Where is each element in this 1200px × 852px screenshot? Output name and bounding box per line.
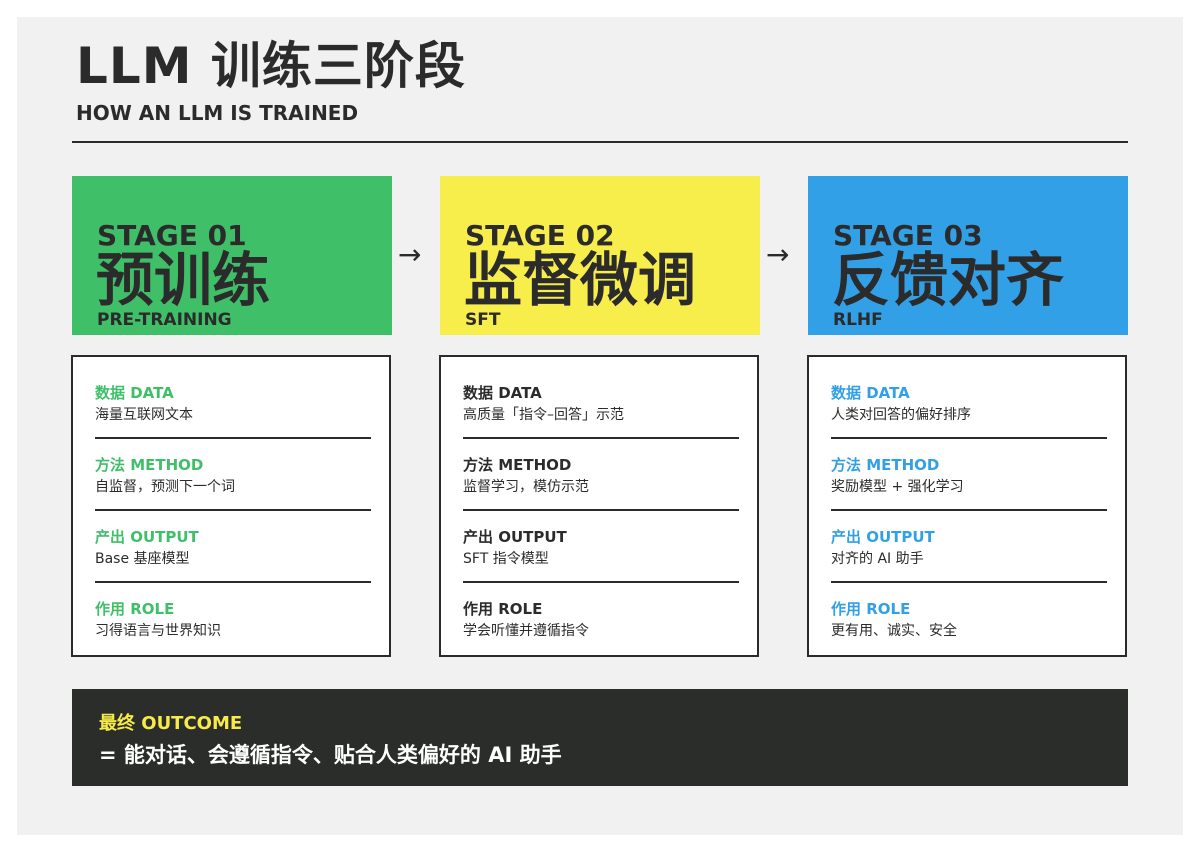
stage-1-header: STAGE 01 预训练 PRE-TRAINING xyxy=(72,176,392,335)
stage-1-detail-card: 数据 DATA 海量互联网文本 方法 METHOD 自监督，预测下一个词 产出 … xyxy=(71,355,391,657)
row-label: 作用 ROLE xyxy=(95,600,175,618)
page-subtitle: HOW AN LLM IS TRAINED xyxy=(76,101,359,125)
outcome-text: = 能对话、会遵循指令、贴合人类偏好的 AI 助手 xyxy=(99,743,562,767)
row-divider xyxy=(831,437,1107,439)
card-row-data: 数据 DATA 高质量「指令–回答」示范 xyxy=(463,383,739,424)
row-value: 高质量「指令–回答」示范 xyxy=(463,407,624,423)
row-label: 方法 METHOD xyxy=(95,456,204,474)
card-row-method: 方法 METHOD 监督学习，模仿示范 xyxy=(463,455,739,496)
row-value: 学会听懂并遵循指令 xyxy=(463,623,589,639)
row-divider xyxy=(831,581,1107,583)
row-value: 习得语言与世界知识 xyxy=(95,623,221,639)
row-value: 人类对回答的偏好排序 xyxy=(831,407,971,423)
title-divider xyxy=(72,141,1128,143)
row-divider xyxy=(95,581,371,583)
card-row-output: 产出 OUTPUT Base 基座模型 xyxy=(95,527,371,568)
row-label: 产出 OUTPUT xyxy=(831,528,935,546)
row-label: 产出 OUTPUT xyxy=(463,528,567,546)
outcome-label: 最终 OUTCOME xyxy=(99,713,243,734)
row-divider xyxy=(463,437,739,439)
row-value: 奖励模型 + 强化学习 xyxy=(831,479,964,495)
row-value: Base 基座模型 xyxy=(95,551,190,567)
row-divider xyxy=(831,509,1107,511)
row-value: SFT 指令模型 xyxy=(463,551,549,567)
card-row-method: 方法 METHOD 自监督，预测下一个词 xyxy=(95,455,371,496)
row-label: 产出 OUTPUT xyxy=(95,528,199,546)
row-label: 作用 ROLE xyxy=(831,600,911,618)
stage-3-header: STAGE 03 反馈对齐 RLHF xyxy=(808,176,1128,335)
row-value: 监督学习，模仿示范 xyxy=(463,479,589,495)
row-value: 自监督，预测下一个词 xyxy=(95,479,235,495)
row-divider xyxy=(95,509,371,511)
row-value: 对齐的 AI 助手 xyxy=(831,551,924,567)
card-row-output: 产出 OUTPUT SFT 指令模型 xyxy=(463,527,739,568)
arrow-icon: → xyxy=(766,238,790,271)
row-label: 作用 ROLE xyxy=(463,600,543,618)
outcome-banner: 最终 OUTCOME = 能对话、会遵循指令、贴合人类偏好的 AI 助手 xyxy=(72,689,1128,786)
arrow-icon: → xyxy=(398,238,422,271)
row-label: 方法 METHOD xyxy=(831,456,940,474)
row-label: 数据 DATA xyxy=(463,384,542,402)
row-divider xyxy=(95,437,371,439)
stage-2-header: STAGE 02 监督微调 SFT xyxy=(440,176,760,335)
stage-2-detail-card: 数据 DATA 高质量「指令–回答」示范 方法 METHOD 监督学习，模仿示范… xyxy=(439,355,759,657)
card-row-output: 产出 OUTPUT 对齐的 AI 助手 xyxy=(831,527,1107,568)
card-row-role: 作用 ROLE 更有用、诚实、安全 xyxy=(831,599,1107,640)
stage-3-english-name: RLHF xyxy=(833,310,883,330)
card-row-method: 方法 METHOD 奖励模型 + 强化学习 xyxy=(831,455,1107,496)
card-row-role: 作用 ROLE 习得语言与世界知识 xyxy=(95,599,371,640)
stage-1-english-name: PRE-TRAINING xyxy=(97,310,232,330)
stage-2-english-name: SFT xyxy=(465,310,501,330)
page-title: LLM 训练三阶段 xyxy=(76,37,466,95)
stage-3-name: 反馈对齐 xyxy=(832,246,1065,314)
stage-1-name: 预训练 xyxy=(96,246,271,314)
card-row-data: 数据 DATA 人类对回答的偏好排序 xyxy=(831,383,1107,424)
row-value: 海量互联网文本 xyxy=(95,407,193,423)
row-label: 数据 DATA xyxy=(831,384,910,402)
card-row-role: 作用 ROLE 学会听懂并遵循指令 xyxy=(463,599,739,640)
row-divider xyxy=(463,509,739,511)
row-divider xyxy=(463,581,739,583)
stage-3-detail-card: 数据 DATA 人类对回答的偏好排序 方法 METHOD 奖励模型 + 强化学习… xyxy=(807,355,1127,657)
stage-2-name: 监督微调 xyxy=(464,246,697,314)
row-value: 更有用、诚实、安全 xyxy=(831,623,957,639)
card-row-data: 数据 DATA 海量互联网文本 xyxy=(95,383,371,424)
row-label: 方法 METHOD xyxy=(463,456,572,474)
row-label: 数据 DATA xyxy=(95,384,174,402)
